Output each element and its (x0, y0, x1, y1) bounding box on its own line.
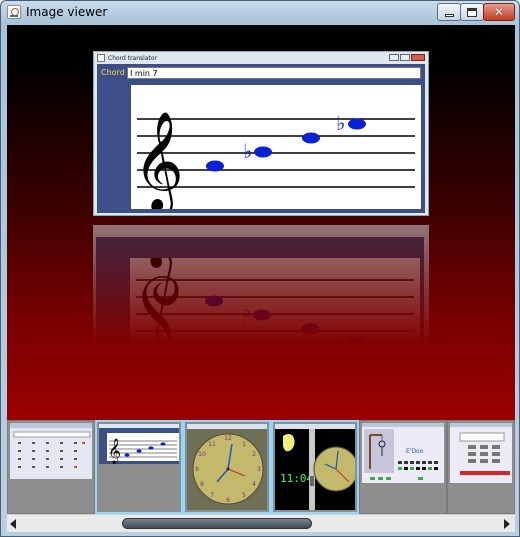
digital-time: 11:04 (280, 472, 313, 485)
close-button[interactable]: ✕ (483, 3, 515, 21)
title-bar[interactable]: Image viewer ✕ (1, 1, 519, 25)
minimize-icon (444, 14, 454, 17)
featured-window-controls (389, 54, 425, 61)
music-staff: 𝄞 ♭ ♭ (133, 111, 415, 215)
chord-label: Chord (101, 68, 125, 77)
thumbnail-calculator[interactable] (7, 420, 95, 514)
svg-text:𝄞: 𝄞 (133, 111, 184, 209)
note-bb (348, 118, 366, 130)
scroll-left-icon[interactable] (10, 519, 16, 529)
svg-text:♭: ♭ (242, 304, 251, 328)
horizontal-scrollbar[interactable] (7, 514, 515, 532)
svg-text:11: 11 (208, 441, 216, 448)
svg-text:4: 4 (252, 481, 256, 488)
scroll-right-icon[interactable] (504, 519, 510, 529)
java-cup-icon (7, 5, 21, 19)
svg-text:1: 1 (242, 441, 246, 448)
calculator-preview (10, 423, 92, 468)
hangman-text: E'Doo (406, 448, 424, 455)
flat-sign-e: ♭ (243, 139, 252, 163)
clock-digital-preview: 11:04 (275, 424, 355, 510)
svg-text:2: 2 (252, 451, 256, 458)
image-viewer-window: Image viewer ✕ Chord translator Chord I … (0, 0, 520, 537)
note-eb (254, 146, 272, 158)
scrollbar-thumb[interactable] (122, 518, 312, 529)
viewer-client-area: Chord translator Chord I min 7 � (7, 25, 515, 532)
maximize-button[interactable] (460, 3, 484, 21)
image-reflection: 𝄞 ♭ ♭ (93, 225, 429, 345)
svg-text:12: 12 (224, 435, 232, 442)
featured-window-title: Chord translator (108, 55, 157, 62)
svg-text:10: 10 (198, 451, 206, 458)
chord-preview: 𝄞 (99, 424, 179, 464)
note-g (302, 132, 320, 144)
thumbnail-analog-clock[interactable]: 12 6 9 3 12 45 7 8 10 11 (183, 420, 271, 514)
pin-pad-preview (450, 423, 512, 475)
flat-sign-b: ♭ (336, 111, 345, 135)
svg-text:𝄞: 𝄞 (108, 438, 121, 464)
thumbnail-chord-translator[interactable]: 𝄞 (95, 420, 183, 514)
svg-text:𝄞: 𝄞 (132, 258, 183, 345)
analog-clock-preview: 12 6 9 3 12 45 78 1011 (187, 424, 267, 505)
window-title: Image viewer (26, 5, 108, 19)
chord-app-body: Chord I min 7 𝄞 ♭ ♭ (97, 64, 425, 215)
maximize-icon (467, 7, 477, 17)
svg-text:9: 9 (195, 466, 199, 473)
image-stage: Chord translator Chord I min 7 � (7, 25, 515, 420)
svg-text:3: 3 (257, 466, 261, 473)
hangman-preview: E'Doo (362, 423, 444, 480)
staff-panel: 𝄞 ♭ ♭ (131, 85, 421, 215)
svg-text:5: 5 (242, 492, 246, 499)
featured-image[interactable]: Chord translator Chord I min 7 � (93, 51, 429, 216)
svg-text:♭: ♭ (335, 332, 344, 345)
note-c (206, 160, 224, 172)
thumbnail-strip: 𝄞 12 6 9 3 12 45 7 8 10 11 11:04 E'Doo (7, 420, 515, 514)
svg-text:8: 8 (200, 481, 204, 488)
thumbnail-pin-pad[interactable] (447, 420, 515, 514)
chord-input: I min 7 (127, 67, 421, 79)
minimize-button[interactable] (437, 3, 461, 21)
thumbnail-clock-with-digital[interactable]: 11:04 (271, 420, 359, 514)
svg-text:7: 7 (210, 492, 214, 499)
close-icon: ✕ (493, 5, 505, 19)
thumbnail-hangman[interactable]: E'Doo (359, 420, 447, 514)
svg-text:6: 6 (226, 497, 230, 504)
treble-clef-icon: 𝄞 (133, 111, 184, 215)
app-icon (97, 54, 105, 62)
